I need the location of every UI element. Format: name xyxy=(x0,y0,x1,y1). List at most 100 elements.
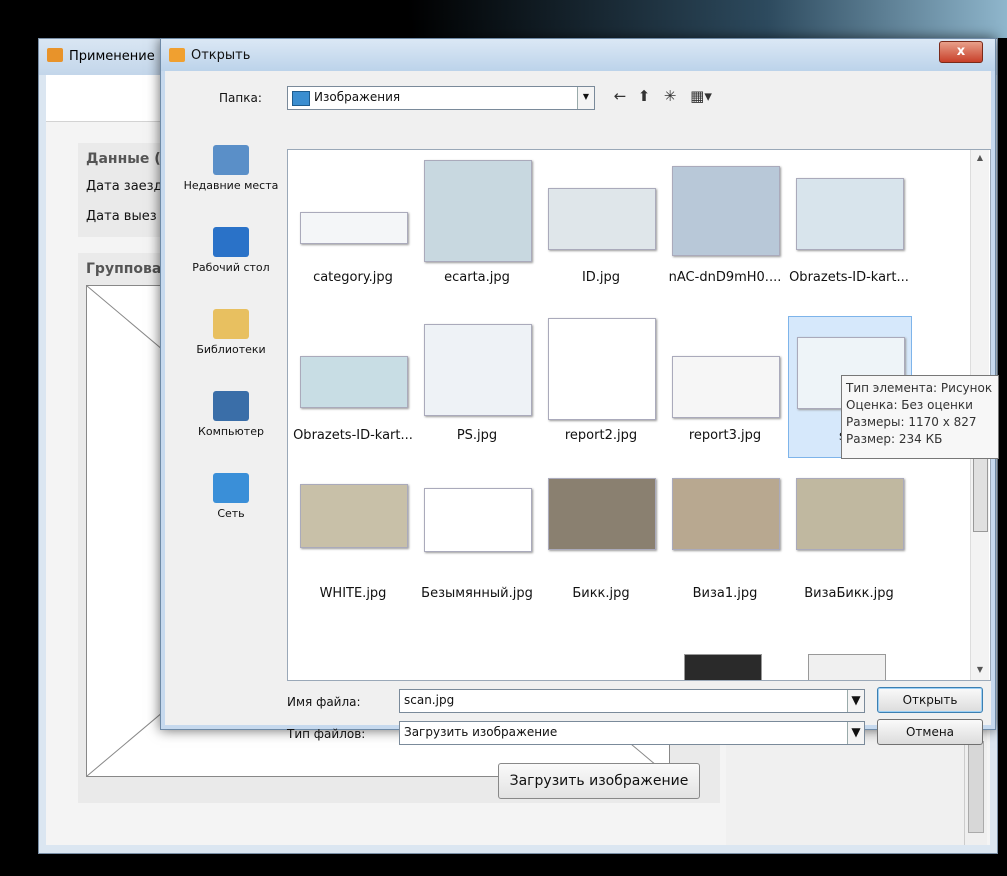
scroll-up-arrow-icon[interactable]: ▲ xyxy=(971,150,989,166)
close-button[interactable]: x xyxy=(939,41,983,63)
file-thumbnail xyxy=(300,484,408,548)
file-item[interactable]: ВизаБикк.jpg xyxy=(788,474,910,614)
desktop-icon xyxy=(213,227,249,257)
file-thumbnail xyxy=(796,178,904,250)
file-item[interactable]: Obrazets-ID-kart... xyxy=(292,316,414,456)
background-window-title: Применение xyxy=(69,49,155,64)
network-icon xyxy=(213,473,249,503)
file-tooltip: Тип элемента: Рисунок Оценка: Без оценки… xyxy=(841,375,999,459)
place-recent-places[interactable]: Недавние места xyxy=(179,145,283,192)
file-item[interactable]: ID.jpg xyxy=(540,158,662,298)
arrival-date-label: Дата заезд xyxy=(86,179,163,194)
file-name: WHITE.jpg xyxy=(319,586,387,601)
view-menu-icon[interactable]: ▦▾ xyxy=(685,85,717,107)
tooltip-size: Размер: 234 КБ xyxy=(846,432,943,446)
file-item[interactable]: Obrazets-ID-kart... xyxy=(788,158,910,298)
file-thumbnail xyxy=(672,166,780,256)
dialog-title: Открыть xyxy=(191,48,251,63)
data-panel-header: Данные ( xyxy=(86,151,161,167)
file-name: report2.jpg xyxy=(564,428,638,443)
dialog-titlebar[interactable]: Открыть x xyxy=(161,39,995,71)
file-thumbnail xyxy=(424,160,532,262)
file-name: report3.jpg xyxy=(688,428,762,443)
file-item[interactable]: PS.jpg xyxy=(416,316,538,456)
tooltip-rating: Оценка: Без оценки xyxy=(846,398,973,412)
file-name: ВизаБикк.jpg xyxy=(804,586,894,601)
file-thumbnail xyxy=(300,212,408,244)
file-item[interactable]: report2.jpg xyxy=(540,316,662,456)
folder-select-value: Изображения xyxy=(314,90,401,104)
pictures-folder-icon xyxy=(292,91,310,106)
file-name: Бикк.jpg xyxy=(572,586,630,601)
file-thumbnail xyxy=(424,324,532,416)
back-arrow-icon[interactable]: ← xyxy=(609,85,631,107)
open-button[interactable]: Открыть xyxy=(877,687,983,713)
data-panel: Данные ( Дата заезд Дата выез xyxy=(78,143,168,237)
file-thumbnail xyxy=(672,478,780,550)
filename-value: scan.jpg xyxy=(404,693,455,707)
file-thumbnail xyxy=(796,478,904,550)
filename-chevron-down-icon[interactable]: ▼ xyxy=(847,690,864,712)
place-label: Библиотеки xyxy=(196,343,266,356)
file-item[interactable]: Безымянный.jpg xyxy=(416,474,538,614)
file-item[interactable]: Виза1.jpg xyxy=(664,474,786,614)
chevron-down-icon[interactable]: ▼ xyxy=(577,87,594,109)
computer-icon xyxy=(213,391,249,421)
desktop-top-strip xyxy=(0,0,1007,38)
file-name: Obrazets-ID-kart... xyxy=(293,428,413,443)
new-folder-icon[interactable]: ✳ xyxy=(659,85,681,107)
file-thumbnail xyxy=(424,488,532,552)
file-item[interactable]: ecarta.jpg xyxy=(416,158,538,298)
filename-label: Имя файла: xyxy=(287,695,361,709)
file-item[interactable]: category.jpg xyxy=(292,158,414,298)
tooltip-type: Тип элемента: Рисунок xyxy=(846,381,993,395)
file-item[interactable]: report3.jpg xyxy=(664,316,786,456)
filetype-select[interactable]: Загрузить изображение ▼ xyxy=(399,721,865,745)
filename-field[interactable]: scan.jpg ▼ xyxy=(399,689,865,713)
file-name: Безымянный.jpg xyxy=(421,586,533,601)
file-thumbnail[interactable] xyxy=(808,654,886,680)
dialog-body: Папка: Изображения ▼ ← ⬆ ✳ ▦▾ Недавние м… xyxy=(165,71,999,745)
scroll-down-arrow-icon[interactable]: ▼ xyxy=(971,662,989,678)
place-computer[interactable]: Компьютер xyxy=(179,391,283,438)
place-label: Компьютер xyxy=(198,425,264,438)
folder-select[interactable]: Изображения ▼ xyxy=(287,86,595,110)
place-libraries[interactable]: Библиотеки xyxy=(179,309,283,356)
place-desktop[interactable]: Рабочий стол xyxy=(179,227,283,274)
folder-label: Папка: xyxy=(219,91,262,105)
places-bar: Недавние места Рабочий стол Библиотеки Комп… xyxy=(179,145,283,595)
file-name: PS.jpg xyxy=(456,428,498,443)
up-folder-icon[interactable]: ⬆ xyxy=(633,85,655,107)
file-thumbnail[interactable] xyxy=(684,654,762,680)
place-label: Сеть xyxy=(217,507,245,520)
file-item[interactable]: nAC-dnD9mH0.... xyxy=(664,158,786,298)
file-name: ID.jpg xyxy=(581,270,621,285)
file-name: ecarta.jpg xyxy=(444,270,510,285)
file-thumbnail xyxy=(672,356,780,418)
file-name: Виза1.jpg xyxy=(692,586,758,601)
place-network[interactable]: Сеть xyxy=(179,473,283,520)
place-label: Недавние места xyxy=(183,179,279,192)
open-file-dialog: Открыть x Папка: Изображения ▼ ← ⬆ ✳ ▦▾ … xyxy=(160,38,999,745)
file-item[interactable]: WHITE.jpg xyxy=(292,474,414,614)
file-name: Obrazets-ID-kart... xyxy=(789,270,909,285)
departure-date-label: Дата выез xyxy=(86,209,157,224)
tooltip-dimensions: Размеры: 1170 x 827 xyxy=(846,415,977,429)
recent-places-icon xyxy=(213,145,249,175)
upload-image-button[interactable]: Загрузить изображение xyxy=(498,763,700,799)
cancel-button[interactable]: Отмена xyxy=(877,719,983,745)
place-label: Рабочий стол xyxy=(192,261,270,274)
file-thumbnail xyxy=(300,356,408,408)
libraries-icon xyxy=(213,309,249,339)
dialog-folder-icon xyxy=(169,48,185,62)
background-scroll-thumb[interactable] xyxy=(968,741,984,833)
filetype-chevron-down-icon[interactable]: ▼ xyxy=(847,722,864,744)
filetype-value: Загрузить изображение xyxy=(404,725,558,739)
app-folder-icon xyxy=(47,48,63,62)
file-name: nAC-dnD9mH0.... xyxy=(668,270,782,285)
file-thumbnail xyxy=(548,318,656,420)
file-name: category.jpg xyxy=(313,270,393,285)
file-item[interactable]: Бикк.jpg xyxy=(540,474,662,614)
file-thumbnail xyxy=(548,188,656,250)
group-panel-header: Группова xyxy=(86,261,162,277)
